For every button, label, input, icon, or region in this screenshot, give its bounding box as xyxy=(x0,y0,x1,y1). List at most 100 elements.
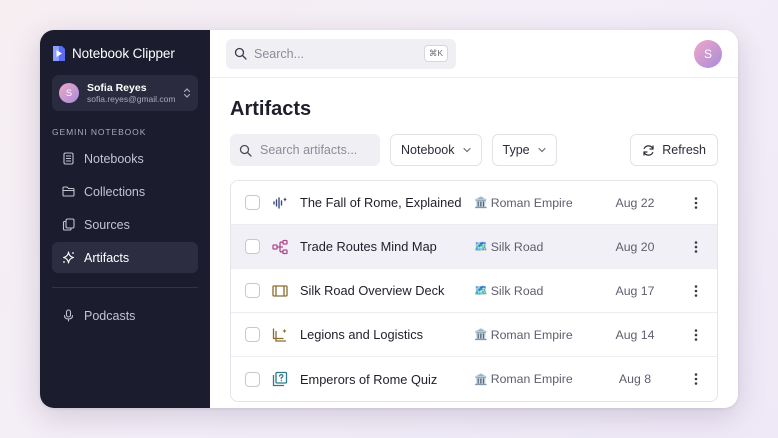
type-filter-dropdown[interactable]: Type xyxy=(491,134,557,166)
notebook-icon xyxy=(63,152,74,165)
quiz-icon xyxy=(272,371,288,387)
sidebar-item-artifacts[interactable]: Artifacts xyxy=(52,242,198,273)
global-search[interactable]: ⌘K xyxy=(226,38,456,69)
refresh-label: Refresh xyxy=(662,143,706,157)
notebook-tag[interactable]: 🗺️ Silk Road xyxy=(474,240,604,254)
notebook-name: Silk Road xyxy=(490,283,544,298)
notebook-tag[interactable]: 🏛️ Roman Empire xyxy=(474,328,604,342)
notebook-tag[interactable]: 🗺️ Silk Road xyxy=(474,284,604,298)
notebook-tag[interactable]: 🏛️ Roman Empire xyxy=(474,372,604,386)
dropdown-label: Type xyxy=(502,143,530,157)
sidebar-item-label: Podcasts xyxy=(84,308,136,323)
artifact-date: Aug 8 xyxy=(618,372,652,386)
mind-map-icon xyxy=(272,239,288,254)
app-window: Notebook Clipper S Sofia Reyes sofia.rey… xyxy=(40,30,738,408)
table-row[interactable]: Emperors of Rome Quiz 🏛️ Roman Empire Au… xyxy=(231,357,717,401)
report-icon xyxy=(272,328,287,342)
row-checkbox[interactable] xyxy=(245,371,260,387)
row-menu-button[interactable] xyxy=(689,196,703,210)
artifacts-table: The Fall of Rome, Explained 🏛️ Roman Emp… xyxy=(230,180,718,402)
more-vertical-icon xyxy=(694,240,698,253)
more-vertical-icon xyxy=(694,284,698,297)
sidebar-item-notebooks[interactable]: Notebooks xyxy=(52,143,198,174)
refresh-icon xyxy=(643,144,654,156)
row-checkbox[interactable] xyxy=(245,283,260,298)
sidebar-item-label: Notebooks xyxy=(84,151,144,166)
copy-icon xyxy=(62,218,75,231)
sidebar-item-label: Collections xyxy=(84,184,146,199)
notebook-emoji: 🏛️ xyxy=(474,373,488,386)
chevron-down-icon xyxy=(538,147,546,153)
artifact-date: Aug 22 xyxy=(615,195,655,210)
row-menu-button[interactable] xyxy=(689,328,703,342)
topbar: ⌘K S xyxy=(210,30,738,78)
section-label: GEMINI NOTEBOOK xyxy=(52,127,147,137)
more-vertical-icon xyxy=(694,373,698,385)
user-avatar-button[interactable]: S xyxy=(694,39,722,68)
row-menu-button[interactable] xyxy=(689,284,703,298)
artifact-title: Silk Road Overview Deck xyxy=(300,283,445,298)
sidebar-item-podcasts[interactable]: Podcasts xyxy=(52,300,198,331)
more-vertical-icon xyxy=(694,328,698,341)
row-menu-button[interactable] xyxy=(689,372,703,386)
sparkle-icon xyxy=(62,251,75,264)
artifact-title: Trade Routes Mind Map xyxy=(300,239,437,254)
notebook-emoji: 🏛️ xyxy=(474,329,488,341)
more-vertical-icon xyxy=(694,196,698,209)
sidebar-item-label: Artifacts xyxy=(84,250,130,265)
notebook-emoji: 🏛️ xyxy=(474,197,488,209)
row-checkbox[interactable] xyxy=(245,327,260,342)
artifact-date: Aug 20 xyxy=(615,239,655,254)
notebook-emoji: 🗺️ xyxy=(474,241,488,253)
notebook-name: Silk Road xyxy=(490,239,544,254)
table-row[interactable]: Trade Routes Mind Map 🗺️ Silk Road Aug 2… xyxy=(231,225,717,269)
artifact-date: Aug 14 xyxy=(615,327,655,342)
notebook-name: Roman Empire xyxy=(490,195,573,210)
avatar: S xyxy=(59,83,79,103)
notebook-name: Roman Empire xyxy=(490,327,573,342)
artifact-title: Legions and Logistics xyxy=(300,327,424,342)
notebook-clipper-logo-icon xyxy=(53,45,65,61)
artifact-title: Emperors of Rome Quiz xyxy=(300,371,438,387)
search-icon xyxy=(234,47,247,60)
dropdown-label: Notebook xyxy=(401,143,455,157)
row-menu-button[interactable] xyxy=(689,240,703,254)
artifact-date: Aug 17 xyxy=(615,283,655,298)
sidebar: Notebook Clipper S Sofia Reyes sofia.rey… xyxy=(40,30,210,408)
row-checkbox[interactable] xyxy=(245,239,260,254)
refresh-button[interactable]: Refresh xyxy=(630,134,718,166)
artifact-title: The Fall of Rome, Explained xyxy=(300,195,462,210)
sidebar-item-sources[interactable]: Sources xyxy=(52,209,198,240)
chevron-down-icon xyxy=(462,147,471,153)
row-checkbox[interactable] xyxy=(245,195,260,210)
main-panel: ⌘K S Artifacts Notebook xyxy=(210,30,738,408)
brand[interactable]: Notebook Clipper xyxy=(52,44,198,62)
table-row[interactable]: Legions and Logistics 🏛️ Roman Empire Au… xyxy=(231,313,717,357)
content: Artifacts Notebook Type xyxy=(210,78,738,408)
notebook-emoji: 🗺️ xyxy=(474,285,488,297)
account-email: sofia.reyes@gmail.com xyxy=(87,93,176,104)
sidebar-item-label: Sources xyxy=(84,217,130,232)
shortcut-badge: ⌘K xyxy=(423,45,448,62)
page-title: Artifacts xyxy=(230,98,312,120)
chevron-up-down-icon xyxy=(183,88,191,98)
search-icon xyxy=(239,144,252,157)
notebook-name: Roman Empire xyxy=(490,372,573,386)
app-name: Notebook Clipper xyxy=(72,45,175,61)
notebook-tag[interactable]: 🏛️ Roman Empire xyxy=(474,196,604,210)
sidebar-item-collections[interactable]: Collections xyxy=(52,176,198,207)
table-row[interactable]: Silk Road Overview Deck 🗺️ Silk Road Aug… xyxy=(231,269,717,313)
notebook-filter-dropdown[interactable]: Notebook xyxy=(390,134,482,166)
table-row[interactable]: The Fall of Rome, Explained 🏛️ Roman Emp… xyxy=(231,181,717,225)
folder-icon xyxy=(62,186,75,197)
account-switcher[interactable]: S Sofia Reyes sofia.reyes@gmail.com xyxy=(52,75,198,111)
microphone-icon xyxy=(63,309,74,322)
slides-icon xyxy=(272,284,288,297)
artifact-search[interactable] xyxy=(230,134,380,166)
artifact-search-input[interactable] xyxy=(260,143,371,157)
search-input[interactable] xyxy=(254,46,417,61)
sidebar-divider xyxy=(52,287,198,288)
account-name: Sofia Reyes xyxy=(87,81,147,94)
filter-bar: Notebook Type Refresh xyxy=(230,134,718,166)
audio-wave-icon xyxy=(273,196,287,209)
